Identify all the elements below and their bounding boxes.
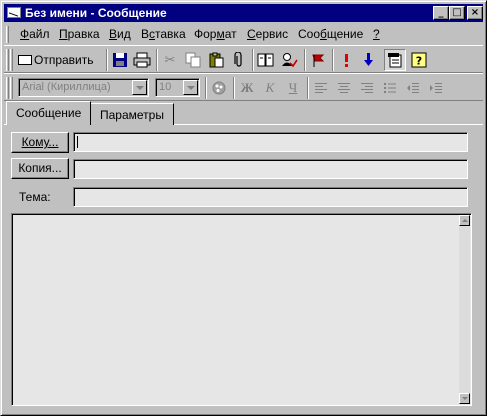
- toolbar-grip[interactable]: [10, 49, 13, 71]
- menu-view[interactable]: Вид: [109, 27, 131, 41]
- attach-icon[interactable]: [228, 49, 250, 71]
- italic-button: К: [265, 80, 275, 95]
- title-bar[interactable]: Без имени - Сообщение _ □ ×: [4, 4, 483, 22]
- vertical-scrollbar[interactable]: [459, 215, 470, 404]
- font-name-select: Arial (Кириллица): [18, 78, 149, 97]
- align-center-icon: [333, 77, 355, 99]
- align-right-icon: [356, 77, 378, 99]
- subject-label: Тема:: [19, 190, 51, 204]
- menu-format[interactable]: Формат: [194, 27, 237, 41]
- cc-button[interactable]: Копия...: [11, 158, 69, 179]
- menu-tools[interactable]: Сервис: [247, 27, 288, 41]
- toolbar-grip[interactable]: [6, 49, 9, 71]
- chevron-down-icon: [132, 80, 147, 95]
- message-window: Без имени - Сообщение _ □ × Файл Правка …: [0, 0, 487, 416]
- paste-icon[interactable]: [205, 49, 227, 71]
- envelope-icon[interactable]: [7, 7, 21, 18]
- chevron-down-icon: [183, 80, 198, 95]
- subject-field[interactable]: [73, 187, 468, 207]
- align-left-icon: [310, 77, 332, 99]
- bold-button: Ж: [240, 80, 254, 95]
- menu-message[interactable]: Сообщение: [298, 27, 363, 41]
- properties-icon[interactable]: [384, 49, 406, 71]
- formatting-toolbar: Arial (Кириллица) 10 Ж К Ч: [4, 73, 483, 101]
- scroll-up-icon[interactable]: [459, 215, 470, 226]
- tab-message[interactable]: Сообщение: [6, 101, 92, 125]
- font-size-value: 10: [159, 81, 172, 93]
- menu-bar: Файл Правка Вид Вставка Формат Сервис Со…: [4, 23, 483, 45]
- flag-icon[interactable]: [307, 49, 329, 71]
- menu-edit[interactable]: Правка: [59, 27, 100, 41]
- help-icon[interactable]: ?: [408, 49, 430, 71]
- to-button[interactable]: Кому...: [11, 132, 69, 153]
- copy-icon: [182, 49, 204, 71]
- increase-indent-icon: [425, 77, 447, 99]
- underline-button: Ч: [288, 80, 298, 95]
- menu-help[interactable]: ?: [373, 27, 380, 41]
- cut-icon: ✂: [164, 52, 176, 67]
- menubar-grip[interactable]: [6, 26, 9, 43]
- check-names-icon[interactable]: [278, 49, 300, 71]
- minimize-button[interactable]: _: [433, 6, 449, 20]
- window-title: Без имени - Сообщение: [25, 6, 167, 20]
- address-book-icon[interactable]: [255, 49, 277, 71]
- bullet-list-icon: [379, 77, 401, 99]
- standard-toolbar: Отправить ✂ ?: [4, 45, 483, 73]
- send-icon: [18, 55, 32, 65]
- tab-options[interactable]: Параметры: [90, 103, 174, 125]
- to-button-label: Кому...: [21, 135, 59, 149]
- send-button[interactable]: Отправить: [18, 49, 103, 71]
- toolbar-grip[interactable]: [10, 77, 13, 99]
- print-icon[interactable]: [131, 49, 153, 71]
- scroll-down-icon[interactable]: [459, 393, 470, 404]
- text-caret: [77, 136, 78, 148]
- menu-file[interactable]: Файл: [20, 27, 50, 41]
- font-name-value: Arial (Кириллица): [22, 81, 111, 93]
- message-body[interactable]: [11, 213, 472, 406]
- low-priority-icon[interactable]: [358, 49, 380, 71]
- toolbar-grip[interactable]: [6, 77, 9, 99]
- to-field[interactable]: [73, 132, 468, 152]
- font-size-select: 10: [155, 78, 200, 97]
- font-color-icon: [208, 77, 230, 99]
- decrease-indent-icon: [402, 77, 424, 99]
- menu-insert[interactable]: Вставка: [141, 27, 186, 41]
- send-label: Отправить: [34, 53, 94, 67]
- cc-button-label: Копия...: [18, 161, 62, 175]
- save-icon[interactable]: [109, 49, 131, 71]
- maximize-button[interactable]: □: [449, 6, 465, 20]
- svg-text:?: ?: [416, 55, 422, 68]
- tab-strip: Сообщение Параметры: [4, 101, 483, 126]
- high-priority-icon[interactable]: [335, 49, 357, 71]
- close-button[interactable]: ×: [467, 6, 483, 20]
- cc-field[interactable]: [73, 159, 468, 179]
